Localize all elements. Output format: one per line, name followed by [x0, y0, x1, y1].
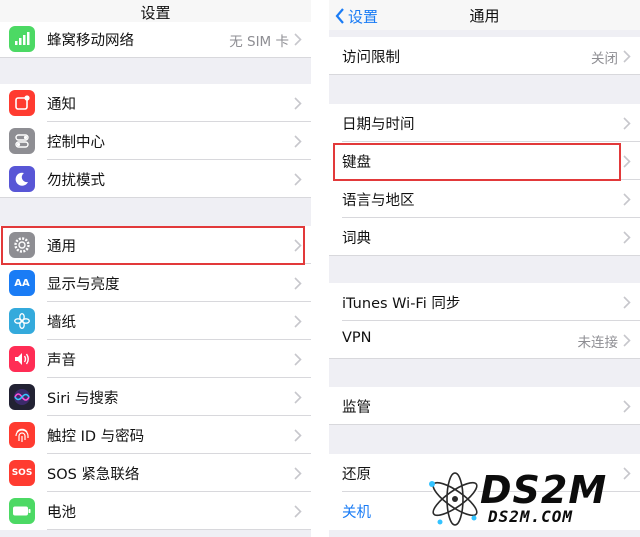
shut-down-link[interactable]: 关机: [342, 501, 371, 522]
settings-row-cellular[interactable]: 蜂窝移动网络 无 SIM 卡: [0, 20, 311, 58]
general-row-label: 词典: [342, 231, 371, 247]
settings-row-emergency-sos[interactable]: SOS SOS 紧急联络: [0, 454, 311, 492]
sos-icon: SOS: [9, 460, 35, 486]
chevron-right-icon: [294, 353, 302, 366]
cellular-icon: [9, 26, 35, 52]
separator: [0, 197, 311, 198]
general-row-profiles[interactable]: 监管: [329, 387, 640, 425]
settings-row-label: 显示与亮度: [47, 277, 120, 293]
speaker-icon: [9, 346, 35, 372]
chevron-right-icon: [294, 33, 302, 46]
keyboard-highlight-box: [333, 143, 621, 181]
settings-row-label: 墙纸: [47, 315, 76, 331]
chevron-right-icon: [623, 155, 631, 168]
chevron-right-icon: [623, 400, 631, 413]
page-title: 设置: [140, 4, 171, 22]
settings-row-touch-id[interactable]: 触控 ID 与密码: [0, 416, 311, 454]
settings-row-label: 控制中心: [47, 135, 105, 151]
moon-icon: [9, 166, 35, 192]
chevron-right-icon: [294, 173, 302, 186]
general-row-label: iTunes Wi-Fi 同步: [342, 296, 461, 312]
battery-icon: [9, 498, 35, 524]
general-row-dictionary[interactable]: 词典: [329, 218, 640, 256]
chevron-right-icon: [623, 334, 631, 347]
settings-panel: 蜂窝移动网络 无 SIM 卡 设置 通知 控制中心 勿扰模式 通用 AA 显示与…: [0, 0, 311, 537]
settings-row-do-not-disturb[interactable]: 勿扰模式: [0, 160, 311, 198]
settings-row-display[interactable]: AA 显示与亮度: [0, 264, 311, 302]
chevron-right-icon: [623, 117, 631, 130]
navigation-bar: 设置 通用: [329, 0, 640, 30]
chevron-right-icon: [623, 193, 631, 206]
watermark-domain-text: DS2M.COM: [488, 507, 574, 526]
navigation-bar: 设置: [0, 0, 311, 22]
notifications-icon: [9, 90, 35, 116]
settings-row-label: 电池: [47, 505, 76, 521]
general-panel: 设置 通用 访问限制 关闭 日期与时间 键盘 语言与地区 词典 iTunes W…: [329, 0, 640, 537]
settings-row-battery[interactable]: 电池: [0, 492, 311, 530]
chevron-right-icon: [294, 429, 302, 442]
chevron-right-icon: [623, 231, 631, 244]
watermark-logo-text: DS2M: [480, 468, 608, 512]
settings-row-sounds[interactable]: 声音: [0, 340, 311, 378]
settings-row-wallpaper[interactable]: 墙纸: [0, 302, 311, 340]
page-title: 通用: [469, 7, 500, 25]
chevron-right-icon: [294, 505, 302, 518]
separator: [0, 57, 311, 58]
general-row-restrictions[interactable]: 访问限制 关闭: [329, 37, 640, 75]
general-row-date-time[interactable]: 日期与时间: [329, 104, 640, 142]
fingerprint-icon: [9, 422, 35, 448]
general-row-label: 访问限制: [342, 50, 400, 66]
chevron-right-icon: [294, 97, 302, 110]
settings-row-label: 勿扰模式: [47, 173, 105, 189]
separator: [329, 424, 640, 425]
general-row-label: 语言与地区: [342, 193, 415, 209]
general-row-label: VPN: [342, 330, 372, 346]
general-row-value: 关闭: [591, 51, 618, 67]
general-row-language-region[interactable]: 语言与地区: [329, 180, 640, 218]
general-highlight-box: [1, 226, 305, 265]
settings-row-label: 声音: [47, 353, 76, 369]
chevron-right-icon: [294, 467, 302, 480]
separator: [329, 74, 640, 75]
settings-row-label: 蜂窝移动网络: [47, 33, 134, 49]
general-row-label: 还原: [342, 467, 371, 483]
settings-row-control-center[interactable]: 控制中心: [0, 122, 311, 160]
wallpaper-icon: [9, 308, 35, 334]
settings-row-label: 触控 ID 与密码: [47, 429, 145, 445]
separator: [329, 255, 640, 256]
general-row-itunes-wifi-sync[interactable]: iTunes Wi-Fi 同步: [329, 283, 640, 321]
general-row-label: 日期与时间: [342, 117, 415, 133]
general-row-vpn[interactable]: VPN 未连接: [329, 321, 640, 359]
separator: [329, 358, 640, 359]
chevron-right-icon: [294, 277, 302, 290]
chevron-right-icon: [294, 391, 302, 404]
settings-row-label: SOS 紧急联络: [47, 467, 140, 483]
chevron-right-icon: [294, 135, 302, 148]
display-icon: AA: [9, 270, 35, 296]
control-center-icon: [9, 128, 35, 154]
siri-icon: [9, 384, 35, 410]
chevron-right-icon: [623, 296, 631, 309]
settings-row-label: Siri 与搜索: [47, 391, 119, 407]
separator: [47, 529, 311, 530]
settings-row-siri[interactable]: Siri 与搜索: [0, 378, 311, 416]
settings-row-value: 无 SIM 卡: [229, 34, 289, 50]
chevron-right-icon: [623, 50, 631, 63]
general-row-label: 监管: [342, 400, 371, 416]
chevron-right-icon: [294, 315, 302, 328]
general-row-value: 未连接: [577, 335, 619, 351]
settings-row-notifications[interactable]: 通知: [0, 84, 311, 122]
settings-row-label: 通知: [47, 97, 76, 113]
